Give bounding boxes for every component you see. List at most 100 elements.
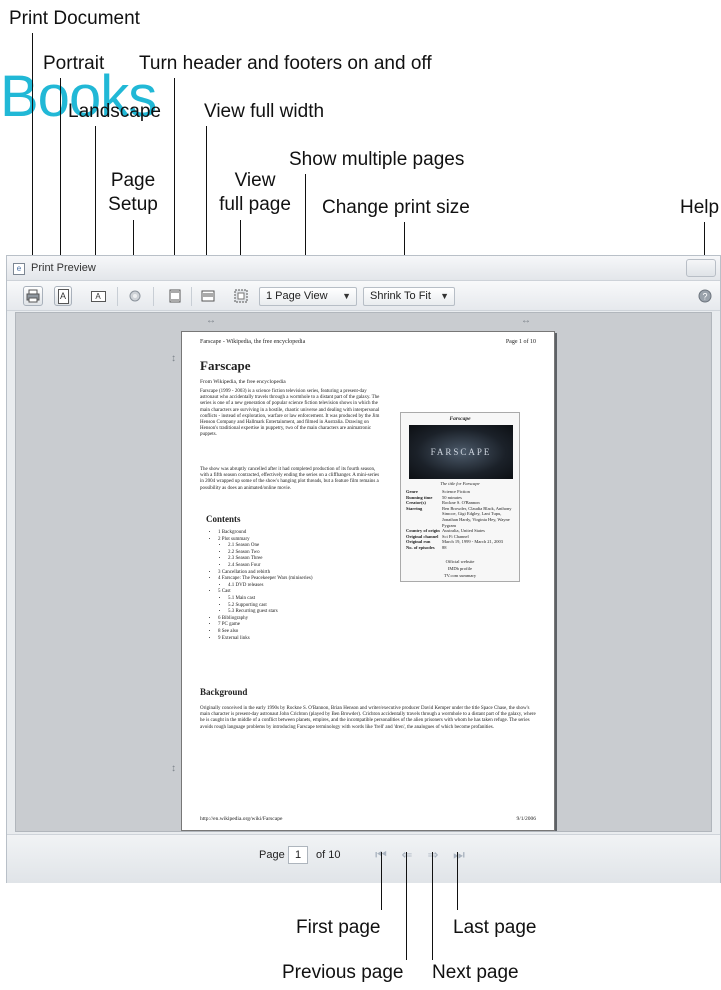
contents-item-label: 4 Farscape: The Peacekeeper Wars (minise…	[218, 576, 313, 582]
infobox-row: No. of episodes 88	[405, 545, 517, 551]
bottom-margin-handle[interactable]: ↕	[171, 763, 176, 774]
view-select[interactable]: 1 Page View ▼	[259, 287, 357, 306]
article-subtitle: From Wikipedia, the free encyclopedia	[200, 379, 286, 385]
contents-item[interactable]: 6 Bibliography	[218, 616, 313, 623]
view-select-value: 1 Page View	[266, 290, 328, 302]
status-bar: Page 1 of 10 ⏮ ⇐ ⇒ ⏭	[7, 834, 720, 883]
svg-text:?: ?	[702, 292, 707, 302]
infobox-key: Country of origin	[406, 528, 440, 534]
callout-view-full-page-line1: View	[234, 170, 276, 191]
page-number-input[interactable]: 1	[288, 846, 308, 864]
header-footer-toggle-button[interactable]	[165, 286, 185, 306]
help-button[interactable]: ?	[695, 286, 715, 306]
contents-item[interactable]: 5 Cast 5.1 Main cast 5.2 Supporting cast…	[218, 589, 313, 615]
infobox-link-official[interactable]: Official website	[401, 559, 519, 564]
maximize-button[interactable]	[686, 259, 716, 277]
last-page-button[interactable]: ⏭	[450, 846, 468, 864]
previous-page-button[interactable]: ⇐	[398, 846, 416, 864]
callout-view-full-width: View full width	[204, 101, 325, 122]
print-button[interactable]	[23, 286, 43, 306]
infobox-title: Farscape	[449, 416, 471, 422]
contents-item[interactable]: 4.1 DVD releases	[228, 583, 313, 590]
background-heading: Background	[200, 687, 248, 697]
callout-previous-page: Previous page	[282, 962, 404, 983]
chevron-down-icon: ▼	[440, 291, 449, 301]
contents-item-label: 5 Cast	[218, 589, 231, 595]
background-paragraph: Originally conceived in the early 1990s …	[200, 706, 536, 730]
page-label: Page	[259, 849, 285, 861]
header-footer-icon	[169, 289, 181, 303]
view-full-page-button[interactable]	[231, 286, 251, 306]
intro-paragraph: Farscape (1999 - 2003) is a science fict…	[200, 389, 380, 438]
preview-page: Farscape - Wikipedia, the free encyclope…	[181, 331, 555, 831]
last-page-icon: ⏭	[453, 847, 465, 862]
arrow-left-icon: ⇐	[401, 847, 413, 862]
contents-item[interactable]: 2.2 Season Two	[228, 550, 313, 557]
print-size-select-value: Shrink To Fit	[370, 290, 431, 302]
contents-item[interactable]: 2 Plot summary 2.1 Season One 2.2 Season…	[218, 537, 313, 570]
page-header-left: Farscape - Wikipedia, the free encyclope…	[200, 339, 306, 345]
infobox-link-imdb[interactable]: IMDb profile	[401, 566, 519, 571]
leader-first-page	[381, 852, 382, 910]
contents-item[interactable]: 2.4 Season Four	[228, 563, 313, 570]
print-size-select[interactable]: Shrink To Fit ▼	[363, 287, 455, 306]
contents-sublist: 2.1 Season One 2.2 Season Two 2.3 Season…	[228, 543, 313, 569]
callout-portrait: Portrait	[43, 53, 105, 74]
top-margin-handle[interactable]: ↕	[171, 353, 176, 364]
infobox: Farscape FARSCAPE The title for Farscape…	[400, 412, 520, 582]
infobox-value: Ben Browder, Claudia Black, Anthony Simc…	[442, 505, 512, 528]
callout-page-setup: Page Setup	[103, 169, 163, 217]
page-setup-button[interactable]	[125, 286, 145, 306]
infobox-caption: The title for Farscape	[440, 481, 480, 486]
toolbar: A A 1 Page View ▼ Shrink To Fit ▼ ?	[7, 281, 720, 311]
contents-item[interactable]: 2.3 Season Three	[228, 556, 313, 563]
callout-help: Help	[680, 197, 720, 218]
right-margin-handle[interactable]: ↔	[521, 315, 531, 326]
infobox-key: No. of episodes	[406, 544, 435, 550]
contents-item[interactable]: 5.1 Main cast	[228, 596, 313, 603]
contents-item[interactable]: 4 Farscape: The Peacekeeper Wars (minise…	[218, 576, 313, 589]
callout-page-setup-line1: Page	[110, 170, 156, 191]
preview-area[interactable]: ↔ ↔ ↕ ↕ Farscape - Wikipedia, the free e…	[15, 312, 712, 832]
toolbar-separator	[191, 287, 192, 306]
infobox-link-tvcom[interactable]: TV.com summary	[401, 573, 519, 578]
second-paragraph: The show was abruptly cancelled after it…	[200, 467, 380, 491]
contents-item[interactable]: 5.3 Recurring guest stars	[228, 609, 313, 616]
toolbar-separator	[117, 287, 118, 306]
page-header-right: Page 1 of 10	[505, 339, 536, 345]
next-page-button[interactable]: ⇒	[424, 846, 442, 864]
help-icon: ?	[698, 289, 712, 303]
contents-heading: Contents	[206, 514, 241, 524]
contents-item[interactable]: 1 Background	[218, 530, 313, 537]
infobox-image: FARSCAPE	[409, 425, 513, 479]
contents-item-label: 2 Plot summary	[218, 536, 250, 542]
landscape-icon: A	[90, 291, 106, 302]
gear-icon	[129, 290, 141, 302]
view-full-width-button[interactable]	[198, 286, 218, 306]
contents-item[interactable]: 8 See also	[218, 629, 313, 636]
contents-item[interactable]: 5.2 Supporting cast	[228, 603, 313, 610]
callout-next-page: Next page	[432, 962, 519, 983]
callout-view-full-page-line2: full page	[219, 194, 291, 215]
title-bar: e Print Preview	[7, 256, 720, 281]
left-margin-handle[interactable]: ↔	[206, 315, 216, 326]
contents-item[interactable]: 3 Cancellation and rebirth	[218, 570, 313, 577]
contents-list: 1 Background 2 Plot summary 2.1 Season O…	[218, 530, 313, 642]
contents-item[interactable]: 7 PC game	[218, 622, 313, 629]
infobox-value: 88	[442, 544, 447, 550]
callout-turn-header-footers: Turn header and footers on and off	[139, 53, 432, 74]
full-width-icon	[201, 290, 215, 302]
contents-item[interactable]: 9 External links	[218, 636, 313, 643]
landscape-button[interactable]: A	[87, 286, 109, 306]
portrait-button[interactable]: A	[54, 286, 72, 306]
page-count-label: of 10	[316, 849, 341, 861]
page-footer-right: 9/1/2006	[516, 816, 536, 822]
callout-change-print-size: Change print size	[322, 197, 470, 218]
callout-landscape: Landscape	[68, 101, 161, 122]
page-footer-left: http://en.wikipedia.org/wiki/Farscape	[200, 816, 283, 822]
article-title: Farscape	[200, 358, 251, 373]
callout-view-full-page: View full page	[212, 169, 298, 217]
contents-item[interactable]: 2.1 Season One	[228, 543, 313, 550]
callout-print-document: Print Document	[9, 8, 140, 29]
window-title: Print Preview	[31, 262, 96, 274]
